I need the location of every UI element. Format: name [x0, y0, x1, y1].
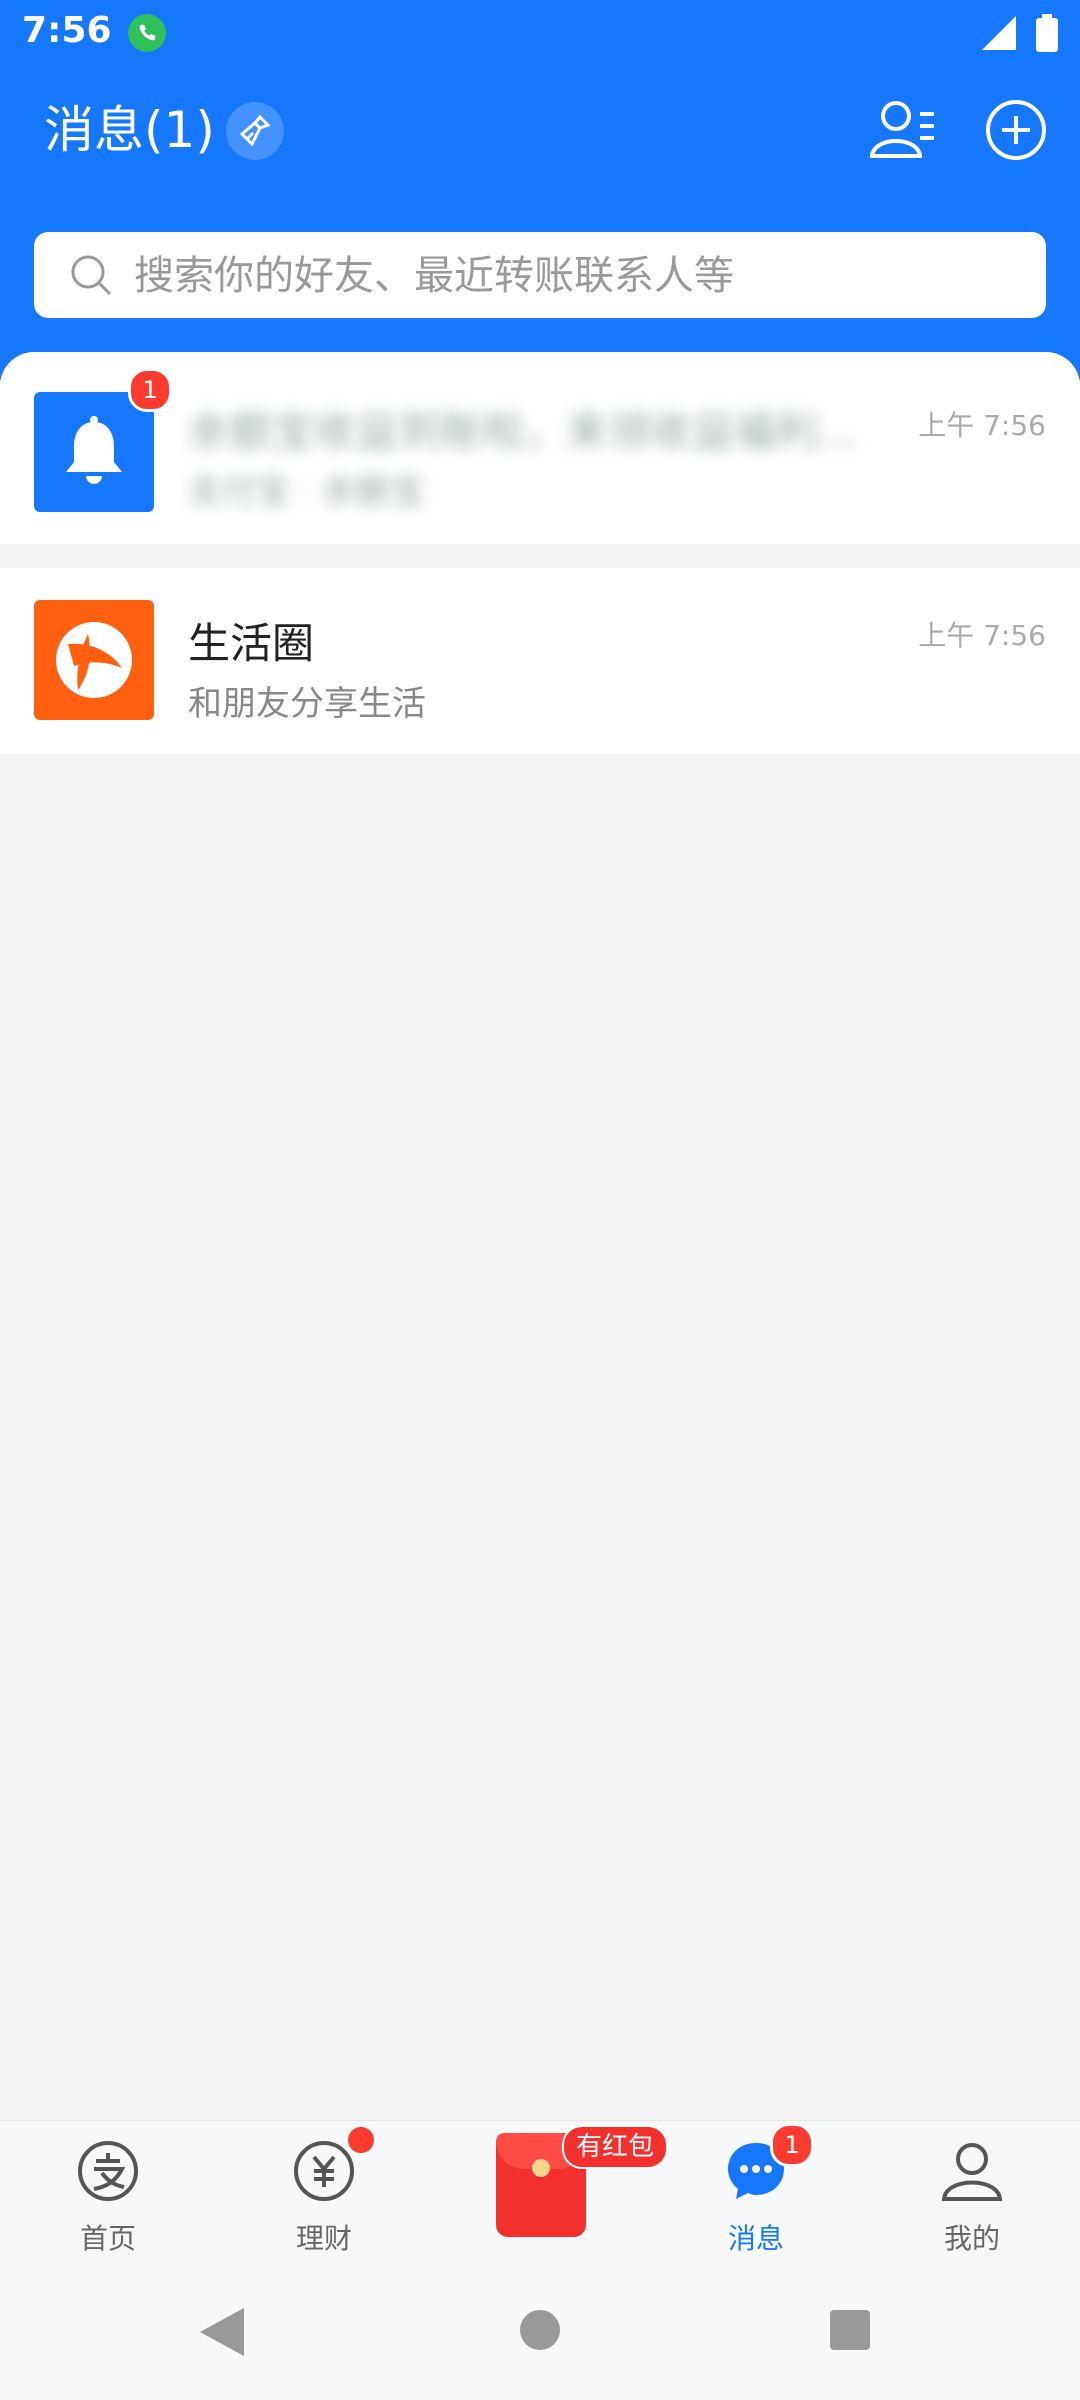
yuan-wealth-icon	[294, 2141, 354, 2201]
message-subtitle: 支付宝 · 余额宝	[188, 472, 425, 512]
tab-wealth[interactable]: 理财	[244, 2121, 404, 2261]
phone-call-icon	[128, 14, 166, 52]
tab-home[interactable]: 首页	[28, 2121, 188, 2261]
bell-icon	[66, 416, 122, 484]
message-title: 生活圈	[188, 619, 315, 668]
page-title: 消息(1)	[44, 101, 215, 159]
message-subtitle: 和朋友分享生活	[188, 684, 426, 724]
search-input[interactable]	[132, 232, 1016, 320]
new-dot	[348, 2127, 374, 2153]
system-nav-bar	[0, 2260, 1080, 2400]
back-triangle-icon[interactable]	[200, 2308, 244, 2356]
message-title: 余额宝收益到账啦，来领收益福利...	[188, 407, 859, 456]
status-time: 7:56	[22, 10, 112, 51]
recent-apps-icon[interactable]	[830, 2310, 870, 2350]
life-circle-app-icon	[34, 600, 154, 720]
tab-bar: 首页 理财 有红包 1 消息 我的	[0, 2120, 1080, 2261]
clear-unread-icon[interactable]	[226, 102, 284, 160]
home-circle-icon[interactable]	[520, 2310, 560, 2350]
red-packet-tag: 有红包	[562, 2125, 669, 2169]
notification-app-icon	[34, 392, 154, 512]
message-item-life-circle[interactable]: 生活圈 和朋友分享生活 上午 7:56	[0, 568, 1080, 754]
person-icon	[941, 2143, 1003, 2201]
message-time: 上午 7:56	[918, 619, 1046, 652]
header: 7:56 消息(1)	[0, 0, 1080, 380]
search-icon	[71, 255, 112, 296]
message-item-notification[interactable]: 1 余额宝收益到账啦，来领收益福利... 支付宝 · 余额宝 上午 7:56	[0, 352, 1080, 544]
tab-mine[interactable]: 我的	[892, 2121, 1052, 2261]
tab-label: 我的	[943, 2222, 1000, 2255]
alipay-home-icon	[78, 2141, 138, 2201]
message-tab-badge: 1	[770, 2123, 814, 2167]
signal-icon	[982, 16, 1016, 50]
tab-label: 理财	[295, 2222, 352, 2255]
tab-label: 消息	[727, 2222, 784, 2255]
add-plus-icon[interactable]	[984, 98, 1048, 162]
tab-message[interactable]: 1 消息	[676, 2121, 836, 2261]
contacts-icon[interactable]	[868, 98, 938, 162]
tab-label: 首页	[79, 2222, 136, 2255]
message-time: 上午 7:56	[918, 409, 1046, 442]
status-bar: 7:56	[0, 0, 1080, 66]
unread-badge: 1	[128, 368, 172, 412]
battery-icon	[1036, 14, 1058, 52]
search-bar[interactable]	[34, 232, 1046, 320]
life-circle-icon	[56, 622, 132, 698]
